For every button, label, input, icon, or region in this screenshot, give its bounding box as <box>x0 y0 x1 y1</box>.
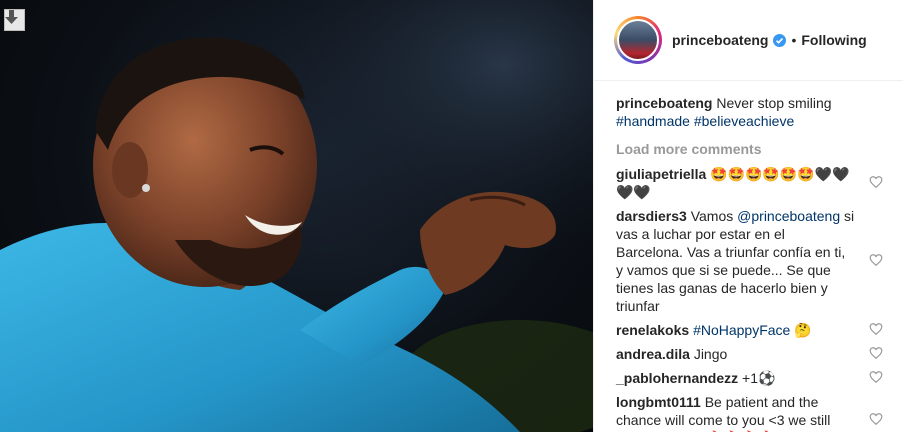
comment-item: andrea.dila Jingo <box>616 345 883 363</box>
comment-username[interactable]: _pablohernandezz <box>616 370 738 386</box>
comment-text: Jingo <box>693 346 728 362</box>
header-username[interactable]: princeboateng <box>672 32 768 48</box>
download-arrow-icon <box>5 10 18 24</box>
post-image-illustration <box>0 0 593 432</box>
comment-username[interactable]: longbmt0111 <box>616 394 701 410</box>
heart-outline-icon[interactable] <box>869 175 883 189</box>
comment-item: _pablohernandezz +1⚽ <box>616 369 883 387</box>
comment-username[interactable]: renelakoks <box>616 322 689 338</box>
comment-item: darsdiers3 Vamos @princeboateng si vas a… <box>616 207 883 315</box>
comment-item: giuliapetriella 🤩🤩🤩🤩🤩🤩🖤🖤🖤🖤 <box>616 165 883 201</box>
heart-outline-icon[interactable] <box>869 322 883 336</box>
comment-username[interactable]: giuliapetriella <box>616 166 706 182</box>
download-button[interactable] <box>4 9 25 31</box>
hashtag-link[interactable]: #handmade <box>616 113 690 129</box>
comment-item: renelakoks #NoHappyFace 🤔 <box>616 321 883 339</box>
heart-outline-icon[interactable] <box>869 412 883 426</box>
avatar[interactable] <box>617 19 659 61</box>
hashtag-link[interactable]: #believeachieve <box>694 113 794 129</box>
heart-outline-icon[interactable] <box>869 370 883 384</box>
story-ring[interactable] <box>614 16 662 64</box>
load-more-comments-button[interactable]: Load more comments <box>616 140 883 158</box>
following-button[interactable]: Following <box>801 32 866 48</box>
heart-outline-icon[interactable] <box>869 346 883 360</box>
comment-text: +1⚽ <box>742 370 776 386</box>
post-photo[interactable] <box>0 0 593 432</box>
hashtag-link[interactable]: #NoHappyFace <box>693 322 790 338</box>
post-header: princeboateng • Following <box>594 0 903 81</box>
mention-link[interactable]: @princeboateng <box>737 208 840 224</box>
heart-outline-icon[interactable] <box>869 253 883 267</box>
comment-username[interactable]: darsdiers3 <box>616 208 687 224</box>
caption-username[interactable]: princeboateng <box>616 95 712 111</box>
comments-list: princeboateng Never stop smiling #handma… <box>594 81 903 432</box>
comment-item: longbmt0111 Be patient and the chance wi… <box>616 393 883 432</box>
caption-text: Never stop smiling <box>712 95 832 111</box>
comment-text-prefix: Vamos <box>690 208 738 224</box>
verified-badge-icon <box>773 33 787 47</box>
separator-dot: • <box>791 32 797 48</box>
post-side-panel: princeboateng • Following princeboateng … <box>593 0 903 432</box>
comment-text: 🤔 <box>790 322 812 338</box>
caption: princeboateng Never stop smiling #handma… <box>616 94 883 130</box>
comment-username[interactable]: andrea.dila <box>616 346 690 362</box>
